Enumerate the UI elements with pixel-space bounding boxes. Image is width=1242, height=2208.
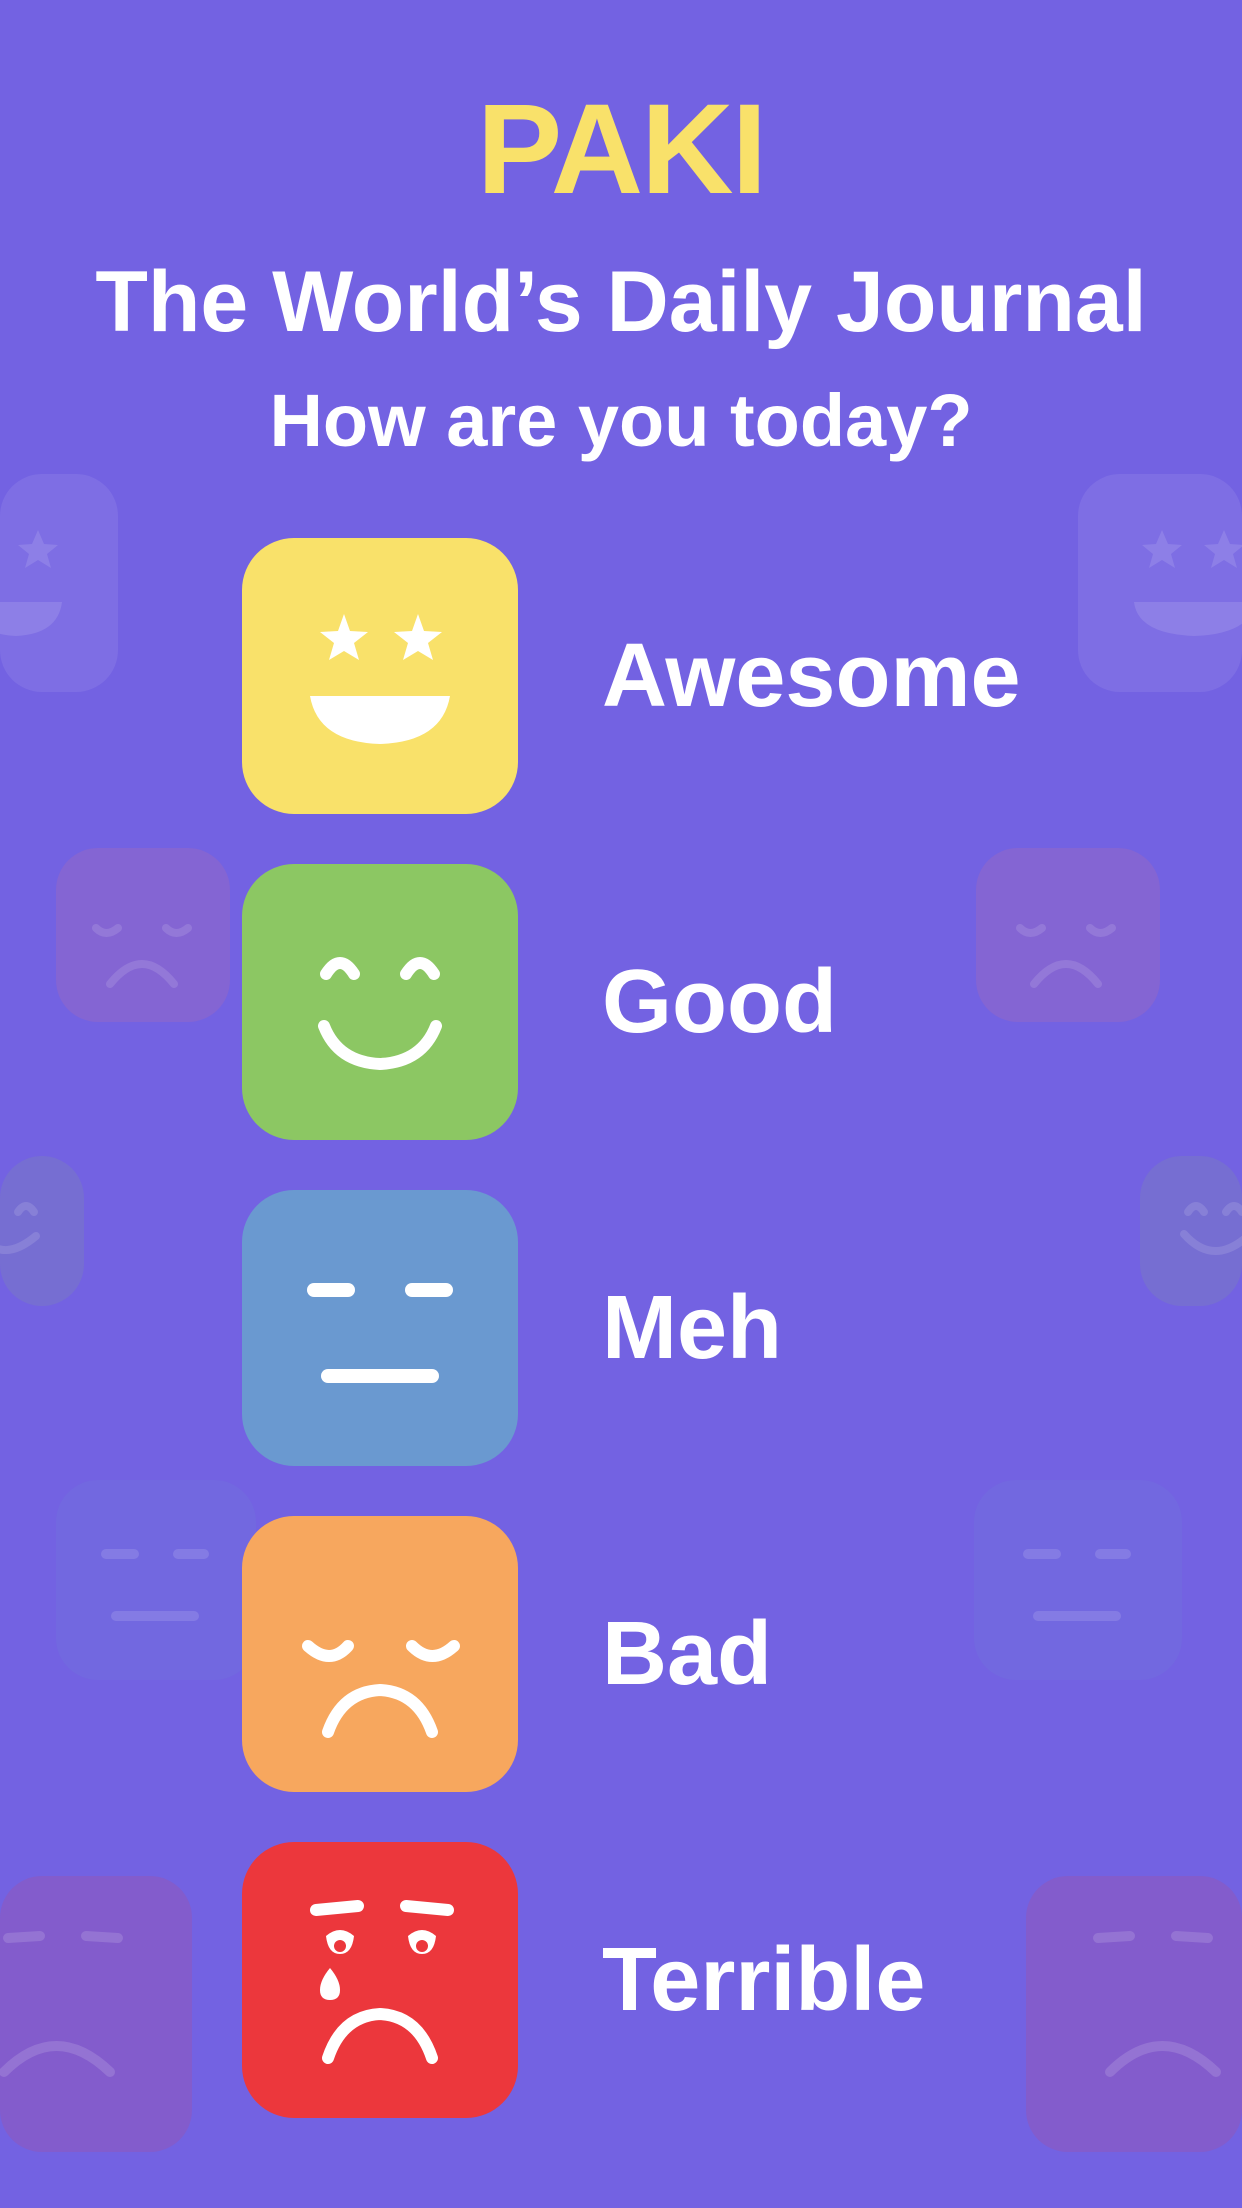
smiling-face-icon	[318, 957, 442, 1071]
mood-option-good[interactable]: Good	[242, 864, 1042, 1140]
app-name: PAKI	[476, 78, 767, 221]
sad-face-icon	[302, 1640, 460, 1738]
mood-label-bad: Bad	[602, 1604, 773, 1704]
mood-label-meh: Meh	[602, 1278, 782, 1378]
bg-good-face-right-icon	[1140, 1156, 1242, 1306]
mood-label-awesome: Awesome	[602, 626, 1021, 726]
bg-good-face-left-icon	[0, 1156, 84, 1306]
bg-bad-face-left-icon	[56, 848, 230, 1022]
mood-tile-terrible[interactable]	[242, 1842, 518, 2118]
mood-option-terrible[interactable]: Terrible	[242, 1842, 1042, 2118]
mood-option-meh[interactable]: Meh	[242, 1190, 1042, 1466]
mood-option-awesome[interactable]: Awesome	[242, 538, 1042, 814]
bg-terrible-face-left-icon	[0, 1876, 192, 2152]
mood-tile-meh[interactable]	[242, 1190, 518, 1466]
bg-meh-face-left-icon	[56, 1480, 256, 1680]
mood-tile-good[interactable]	[242, 864, 518, 1140]
mood-prompt: How are you today?	[269, 379, 973, 462]
mood-tile-awesome[interactable]	[242, 538, 518, 814]
mood-tile-bad[interactable]	[242, 1516, 518, 1792]
crying-face-icon	[310, 1900, 454, 2064]
star-eyes-face-icon	[310, 614, 450, 744]
mood-option-bad[interactable]: Bad	[242, 1516, 1042, 1792]
mood-label-good: Good	[602, 952, 837, 1052]
bg-awesome-face-right-icon	[1078, 474, 1242, 692]
mood-label-terrible: Terrible	[602, 1930, 926, 2030]
bg-awesome-face-left-icon	[0, 474, 118, 692]
app-tagline: The World’s Daily Journal	[95, 254, 1147, 350]
neutral-face-icon	[307, 1283, 453, 1383]
bg-terrible-face-right-icon	[1026, 1876, 1242, 2152]
